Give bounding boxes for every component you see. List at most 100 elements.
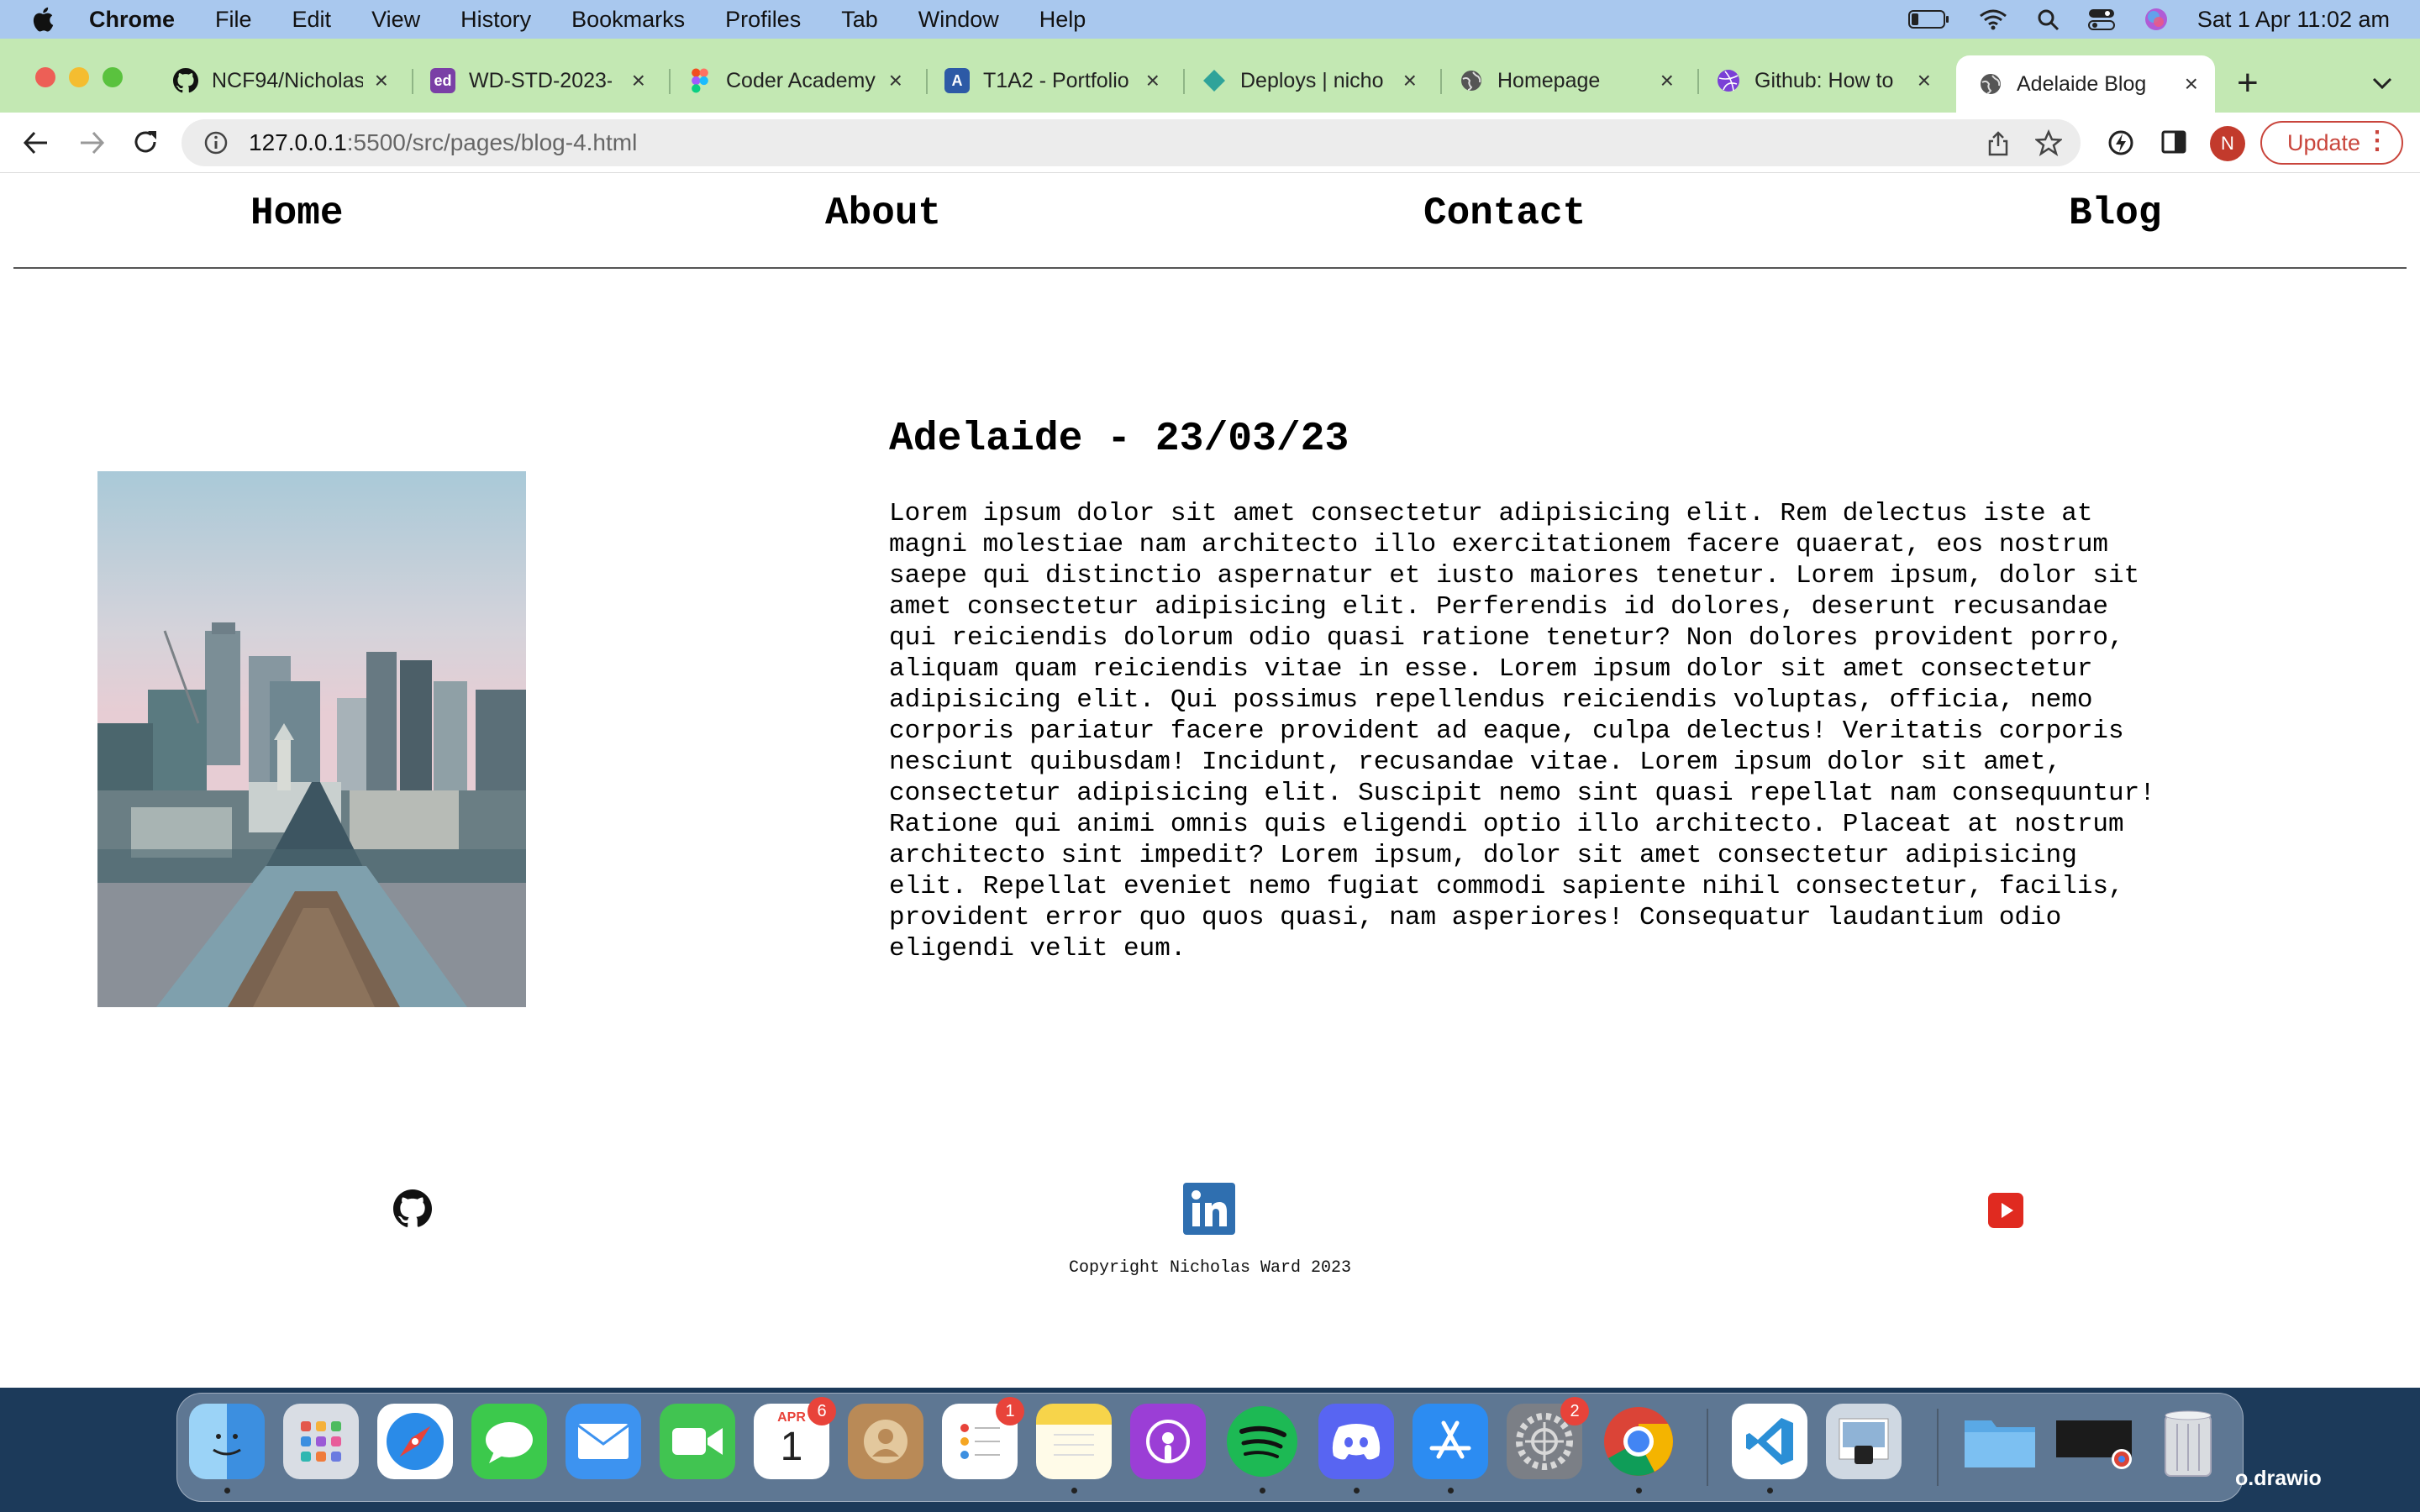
close-icon[interactable]: × bbox=[1403, 67, 1417, 94]
more-menu-icon[interactable]: ⋮ bbox=[2365, 126, 2390, 155]
messages-icon[interactable] bbox=[471, 1404, 547, 1479]
reload-icon[interactable] bbox=[131, 128, 160, 156]
site-info-icon[interactable] bbox=[203, 130, 229, 155]
app-store-icon[interactable] bbox=[1413, 1404, 1488, 1479]
launchpad-icon[interactable] bbox=[283, 1404, 359, 1479]
window-close-button[interactable] bbox=[35, 67, 55, 87]
menu-bookmarks[interactable]: Bookmarks bbox=[571, 7, 685, 33]
tab-title: T1A2 - Portfolio bbox=[983, 68, 1129, 92]
siri-icon[interactable] bbox=[2144, 7, 2169, 32]
tab-title: Adelaide Blog bbox=[2017, 71, 2147, 96]
contacts-icon[interactable] bbox=[848, 1404, 923, 1479]
side-panel-icon[interactable] bbox=[2161, 129, 2186, 155]
menu-window[interactable]: Window bbox=[918, 7, 999, 33]
apple-icon[interactable] bbox=[30, 5, 59, 34]
finder-icon[interactable] bbox=[189, 1404, 265, 1479]
tab-coder-academy[interactable]: Coder Academy × bbox=[687, 55, 914, 106]
macos-dock: APR 1 6 1 2 bbox=[176, 1393, 2244, 1502]
tab-homepage[interactable]: Homepage × bbox=[1459, 55, 1686, 106]
github-icon[interactable] bbox=[393, 1189, 432, 1228]
reminders-icon[interactable]: 1 bbox=[942, 1397, 1024, 1479]
preview-icon[interactable] bbox=[1826, 1404, 1902, 1479]
running-indicator bbox=[1636, 1488, 1642, 1494]
desktop-file-label[interactable]: o.drawio bbox=[2235, 1467, 2322, 1491]
spotify-icon[interactable] bbox=[1224, 1404, 1300, 1479]
url-host: 127.0.0.1 bbox=[249, 129, 347, 155]
spotlight-search-icon[interactable] bbox=[2036, 8, 2060, 31]
address-bar[interactable]: 127.0.0.1:5500/src/pages/blog-4.html bbox=[182, 119, 2081, 166]
menu-tab[interactable]: Tab bbox=[841, 7, 878, 33]
menu-bar-clock[interactable]: Sat 1 Apr 11:02 am bbox=[2197, 7, 2390, 33]
forward-arrow-icon[interactable] bbox=[77, 129, 106, 156]
calendar-icon[interactable]: APR 1 6 bbox=[754, 1397, 836, 1479]
tab-divider bbox=[412, 69, 413, 94]
menu-app-name[interactable]: Chrome bbox=[89, 7, 175, 33]
tab-deploys[interactable]: Deploys | nichol × bbox=[1202, 55, 1428, 106]
tab-t1a2-portfolio[interactable]: A T1A2 - Portfolio × bbox=[944, 55, 1171, 106]
bookmark-star-icon[interactable] bbox=[2035, 129, 2062, 156]
running-indicator bbox=[1071, 1488, 1077, 1494]
site-nav: Home About Contact Blog bbox=[13, 173, 2407, 269]
tab-search-chevron-down-icon[interactable] bbox=[2371, 76, 2393, 91]
tab-divider bbox=[1440, 69, 1442, 94]
close-icon[interactable]: × bbox=[1146, 67, 1160, 94]
nav-link-blog[interactable]: Blog bbox=[2069, 192, 2161, 235]
share-icon[interactable] bbox=[1986, 129, 2010, 156]
close-icon[interactable]: × bbox=[889, 67, 902, 94]
menu-view[interactable]: View bbox=[371, 7, 420, 33]
menu-file[interactable]: File bbox=[215, 7, 252, 33]
linkedin-icon[interactable] bbox=[1183, 1183, 1235, 1235]
battery-icon[interactable] bbox=[1907, 9, 1950, 29]
folder-icon[interactable] bbox=[1962, 1404, 2038, 1479]
nav-link-about[interactable]: About bbox=[825, 192, 941, 235]
running-indicator bbox=[1767, 1488, 1773, 1494]
window-minimize-button[interactable] bbox=[69, 67, 89, 87]
profile-avatar[interactable]: N bbox=[2210, 126, 2245, 161]
tab-title: Github: How to bbox=[1754, 68, 1894, 92]
extensions-icon[interactable] bbox=[2107, 129, 2134, 156]
tab-github[interactable]: NCF94/Nicholas × bbox=[173, 55, 400, 106]
tab-title: WD-STD-2023- bbox=[469, 68, 612, 92]
menu-help[interactable]: Help bbox=[1039, 7, 1086, 33]
close-icon[interactable]: × bbox=[375, 67, 388, 94]
figma-icon bbox=[687, 68, 713, 93]
close-icon[interactable]: × bbox=[1918, 67, 1931, 94]
mail-icon[interactable] bbox=[566, 1404, 641, 1479]
dribbble-icon bbox=[1716, 68, 1741, 93]
vscode-icon[interactable] bbox=[1732, 1404, 1807, 1479]
tab-title: Coder Academy bbox=[726, 68, 876, 92]
control-center-icon[interactable] bbox=[2087, 8, 2115, 31]
reminders-notification-badge: 1 bbox=[996, 1397, 1024, 1425]
menu-history[interactable]: History bbox=[460, 7, 531, 33]
chrome-update-button[interactable]: Update ⋮ bbox=[2260, 121, 2403, 165]
safari-icon[interactable] bbox=[377, 1404, 453, 1479]
globe-icon bbox=[1978, 71, 2003, 97]
ed-icon: ed bbox=[430, 68, 455, 93]
menu-edit[interactable]: Edit bbox=[292, 7, 332, 33]
tab-title: NCF94/Nicholas bbox=[212, 68, 363, 92]
new-tab-button[interactable]: + bbox=[2237, 62, 2259, 104]
podcasts-icon[interactable] bbox=[1130, 1404, 1206, 1479]
wifi-icon[interactable] bbox=[1979, 8, 2007, 30]
menu-profiles[interactable]: Profiles bbox=[725, 7, 801, 33]
discord-icon[interactable] bbox=[1318, 1404, 1394, 1479]
tab-github-how-to[interactable]: Github: How to × bbox=[1716, 55, 1943, 106]
system-settings-icon[interactable]: 2 bbox=[1507, 1397, 1589, 1479]
terminal-window-thumbnail[interactable] bbox=[2056, 1404, 2132, 1479]
close-icon[interactable]: × bbox=[632, 67, 645, 94]
chrome-icon[interactable] bbox=[1601, 1404, 1676, 1479]
tab-adelaide-blog-active[interactable]: Adelaide Blog × bbox=[1956, 55, 2215, 113]
tab-ed[interactable]: ed WD-STD-2023- × bbox=[430, 55, 657, 106]
youtube-icon[interactable] bbox=[1988, 1193, 2023, 1228]
close-icon[interactable]: × bbox=[2185, 71, 2198, 97]
trash-icon[interactable] bbox=[2150, 1404, 2226, 1479]
window-zoom-button[interactable] bbox=[103, 67, 123, 87]
notes-icon[interactable] bbox=[1036, 1404, 1112, 1479]
calendar-month: APR bbox=[777, 1410, 806, 1425]
nav-link-contact[interactable]: Contact bbox=[1423, 192, 1586, 235]
back-arrow-icon[interactable] bbox=[22, 129, 50, 156]
nav-link-home[interactable]: Home bbox=[250, 192, 343, 235]
tab-title: Homepage bbox=[1497, 68, 1601, 92]
facetime-icon[interactable] bbox=[660, 1404, 735, 1479]
close-icon[interactable]: × bbox=[1660, 67, 1674, 94]
